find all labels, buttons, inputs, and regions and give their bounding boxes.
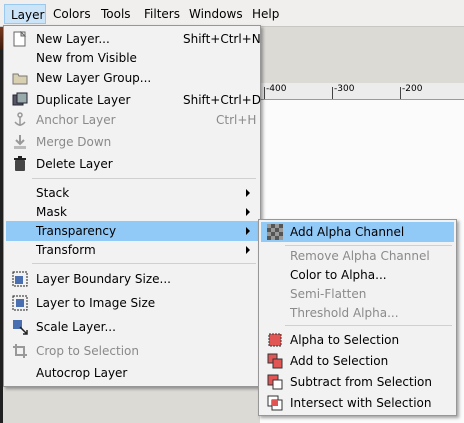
menu-item-stack[interactable]: Stack (6, 183, 258, 203)
menu-item-shortcut: Shift+Ctrl+N (183, 32, 261, 46)
checkerboard-icon (267, 224, 283, 240)
menu-item-semi-flatten[interactable]: Semi-Flatten (261, 284, 454, 304)
horizontal-ruler: -400 -300 -200 (260, 83, 464, 100)
duplicate-layer-icon (12, 92, 28, 106)
menu-item-label: Add Alpha Channel (290, 225, 405, 239)
menu-item-label: New Layer... (36, 32, 110, 46)
menu-item-label: Layer Boundary Size... (36, 272, 171, 286)
menu-item-intersect-with-selection[interactable]: Intersect with Selection (261, 393, 454, 413)
subtract-from-selection-icon (267, 374, 283, 390)
ruler-tick (400, 87, 401, 99)
menu-item-label: Add to Selection (290, 354, 389, 368)
menu-item-label: Mask (36, 205, 67, 219)
menu-item-autocrop-layer[interactable]: Autocrop Layer (6, 363, 258, 383)
menu-item-alpha-to-selection[interactable]: Alpha to Selection (261, 330, 454, 350)
menu-tools-label: Tools (101, 7, 131, 21)
menu-item-layer-boundary-size[interactable]: Layer Boundary Size... (6, 269, 258, 289)
menu-help-label: Help (252, 7, 280, 21)
submenu-arrow-icon (246, 227, 250, 235)
menu-item-label: Stack (36, 186, 70, 200)
menu-item-label: Color to Alpha... (290, 268, 387, 282)
menu-item-mask[interactable]: Mask (6, 202, 258, 222)
menu-item-label: Threshold Alpha... (290, 306, 399, 320)
menu-filters[interactable]: Filters (144, 6, 180, 22)
menu-colors-label: Colors (53, 7, 91, 21)
menu-item-shortcut: Ctrl+H (216, 113, 257, 127)
menu-item-transform[interactable]: Transform (6, 240, 258, 260)
menu-separator (32, 263, 256, 264)
scale-layer-icon (13, 320, 28, 335)
menu-item-new-from-visible[interactable]: New from Visible (6, 48, 258, 68)
menu-item-add-alpha-channel[interactable]: Add Alpha Channel (261, 222, 454, 242)
ruler-label: -300 (334, 84, 355, 94)
menu-separator (32, 178, 256, 179)
menu-item-label: Merge Down (36, 135, 112, 149)
menu-item-label: Subtract from Selection (290, 375, 432, 389)
merge-down-icon (14, 135, 26, 149)
menu-separator (285, 325, 452, 326)
menu-item-remove-alpha-channel[interactable]: Remove Alpha Channel (261, 246, 454, 266)
menu-item-anchor-layer[interactable]: Anchor Layer Ctrl+H (6, 110, 258, 130)
menu-item-scale-layer[interactable]: Scale Layer... (6, 317, 258, 337)
transparency-submenu: Add Alpha Channel Remove Alpha Channel C… (258, 219, 457, 416)
menu-layer[interactable]: Layer (4, 4, 46, 24)
menu-item-label: New from Visible (36, 51, 137, 65)
menu-item-new-layer[interactable]: New Layer... Shift+Ctrl+N (6, 29, 261, 49)
menu-item-label: Intersect with Selection (290, 396, 432, 410)
menu-item-label: Layer to Image Size (36, 296, 156, 310)
menu-item-label: Transform (36, 243, 96, 257)
anchor-icon (14, 112, 26, 126)
add-to-selection-icon (267, 353, 283, 369)
menu-item-add-to-selection[interactable]: Add to Selection (261, 351, 454, 371)
layer-boundary-icon (12, 271, 28, 287)
ruler-label: -200 (402, 84, 423, 94)
menu-item-label: Scale Layer... (36, 320, 116, 334)
menu-item-threshold-alpha[interactable]: Threshold Alpha... (261, 303, 454, 323)
menu-item-label: Alpha to Selection (290, 333, 400, 347)
layer-menu: New Layer... Shift+Ctrl+N New from Visib… (3, 25, 261, 387)
menu-layer-label: Layer (11, 8, 45, 22)
menu-windows-label: Windows (189, 7, 243, 21)
ruler-tick (264, 87, 265, 99)
menu-item-crop-to-selection[interactable]: Crop to Selection (6, 341, 258, 361)
menu-item-shortcut: Shift+Ctrl+D (183, 93, 261, 107)
ruler-label: -400 (266, 84, 287, 94)
menu-item-label: Crop to Selection (36, 344, 139, 358)
layer-to-image-icon (12, 295, 28, 311)
submenu-arrow-icon (246, 246, 250, 254)
menu-item-label: Delete Layer (36, 157, 113, 171)
menu-item-label: Duplicate Layer (36, 93, 131, 107)
menu-item-delete-layer[interactable]: Delete Layer (6, 154, 258, 174)
menu-item-new-layer-group[interactable]: New Layer Group... (6, 68, 258, 88)
menu-item-merge-down[interactable]: Merge Down (6, 132, 258, 152)
menu-item-label: Transparency (36, 224, 117, 238)
menu-tools[interactable]: Tools (101, 6, 131, 22)
menubar: Layer Colors Tools Filters Windows Help (0, 0, 464, 27)
menu-filters-label: Filters (144, 7, 180, 21)
delete-layer-icon (14, 156, 26, 171)
menu-colors[interactable]: Colors (53, 6, 91, 22)
new-layer-icon (13, 31, 27, 47)
menu-item-label: Autocrop Layer (36, 366, 128, 380)
submenu-arrow-icon (246, 208, 250, 216)
menu-item-label: Anchor Layer (36, 113, 116, 127)
menu-item-color-to-alpha[interactable]: Color to Alpha... (261, 265, 454, 285)
menu-item-duplicate-layer[interactable]: Duplicate Layer Shift+Ctrl+D (6, 90, 261, 110)
menu-windows[interactable]: Windows (189, 6, 243, 22)
alpha-to-selection-icon (268, 333, 282, 347)
menu-item-layer-to-image-size[interactable]: Layer to Image Size (6, 293, 258, 313)
crop-icon (13, 344, 27, 358)
ruler-tick (332, 87, 333, 99)
menu-item-subtract-from-selection[interactable]: Subtract from Selection (261, 372, 454, 392)
menu-item-label: Semi-Flatten (290, 287, 367, 301)
menu-item-transparency[interactable]: Transparency (6, 221, 258, 241)
menu-item-label: Remove Alpha Channel (290, 249, 430, 263)
intersect-with-selection-icon (267, 395, 283, 411)
new-layer-group-icon (12, 73, 28, 85)
menu-item-label: New Layer Group... (36, 71, 152, 85)
submenu-arrow-icon (246, 189, 250, 197)
menu-help[interactable]: Help (252, 6, 279, 22)
